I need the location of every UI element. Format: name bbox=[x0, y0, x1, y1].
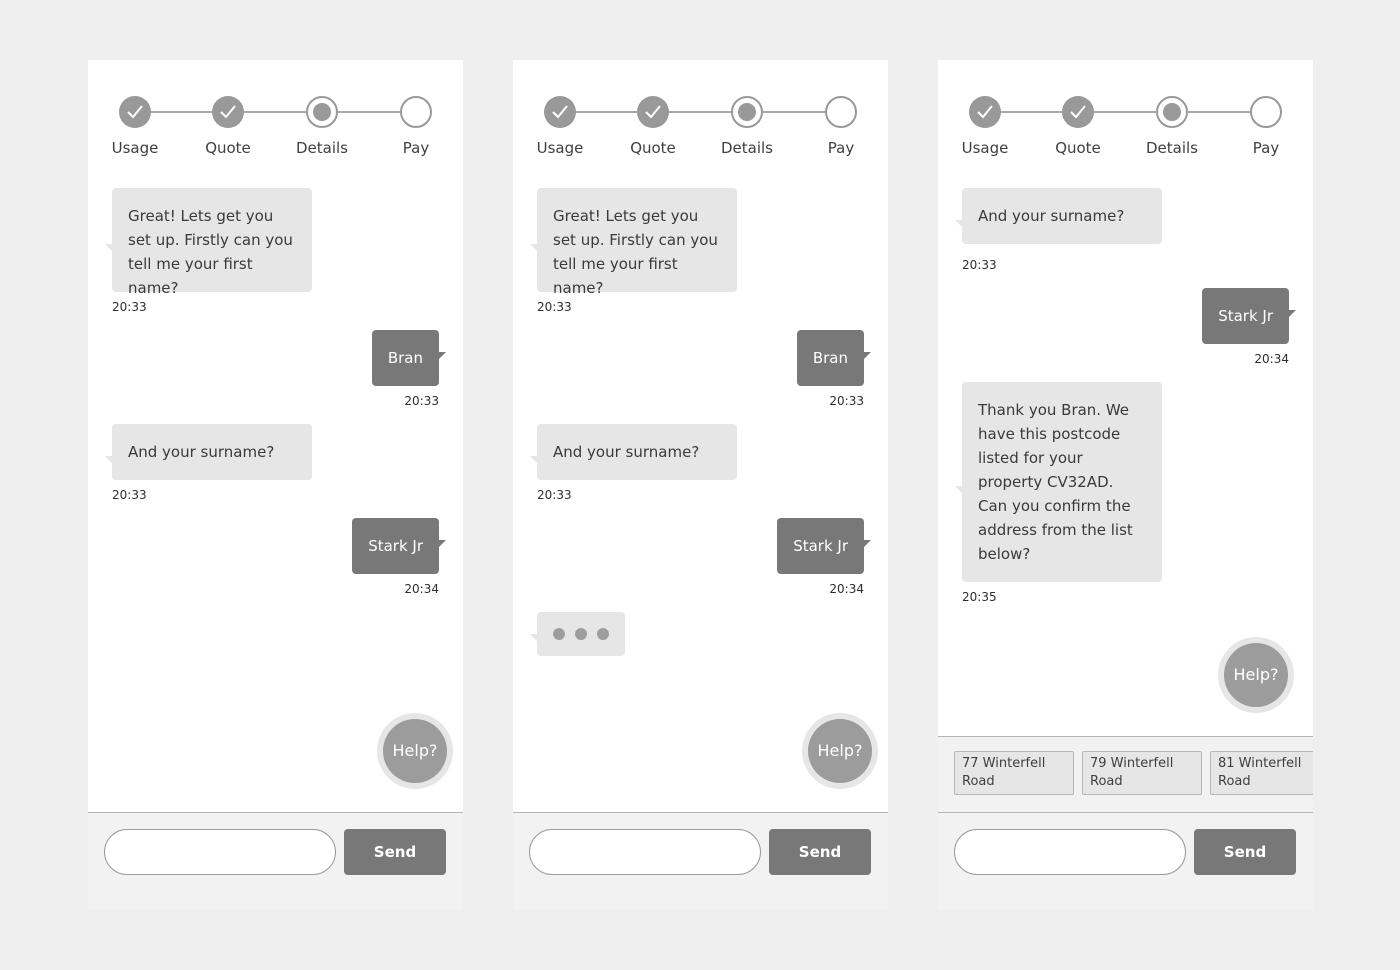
step-label-quote: Quote bbox=[1055, 139, 1101, 157]
send-button[interactable]: Send bbox=[344, 829, 446, 875]
message-time: 20:33 bbox=[537, 300, 572, 314]
step-label-pay: Pay bbox=[1252, 139, 1280, 157]
check-icon bbox=[220, 105, 236, 119]
help-label: Help? bbox=[1224, 643, 1288, 707]
message-time: 20:33 bbox=[112, 488, 147, 502]
step-quote-done-icon bbox=[1062, 96, 1094, 128]
progress-stepper: Usage Quote Details Pay bbox=[938, 60, 1313, 170]
chat-screen-2: Usage Quote Details Pay Great! Lets get … bbox=[513, 60, 888, 910]
step-label-quote: Quote bbox=[205, 139, 251, 157]
step-details-current-icon bbox=[306, 96, 338, 128]
stepper-line bbox=[575, 111, 857, 113]
step-pay-todo-icon bbox=[400, 96, 432, 128]
user-message: Stark Jr bbox=[777, 518, 871, 574]
step-label-pay: Pay bbox=[827, 139, 855, 157]
address-option[interactable]: 79 Winterfell Road bbox=[1082, 751, 1202, 795]
message-time: 20:33 bbox=[962, 258, 997, 272]
composer-bar: Send bbox=[88, 813, 463, 910]
address-options: 77 Winterfell Road 79 Winterfell Road 81… bbox=[938, 737, 1313, 812]
check-icon bbox=[645, 105, 661, 119]
chat-screen-1: Usage Quote Details Pay Great! Lets get … bbox=[88, 60, 463, 910]
message-time: 20:34 bbox=[404, 582, 439, 596]
step-label-usage: Usage bbox=[111, 139, 159, 157]
step-usage-done-icon bbox=[544, 96, 576, 128]
step-usage-done-icon bbox=[119, 96, 151, 128]
typing-dot-icon bbox=[597, 628, 609, 640]
user-message: Bran bbox=[796, 330, 872, 386]
progress-stepper: Usage Quote Details Pay bbox=[513, 60, 888, 170]
help-label: Help? bbox=[808, 719, 872, 783]
step-quote-done-icon bbox=[637, 96, 669, 128]
bot-message: And your surname? bbox=[530, 424, 737, 480]
typing-dot-icon bbox=[575, 628, 587, 640]
help-button[interactable]: Help? bbox=[1218, 637, 1294, 713]
send-button[interactable]: Send bbox=[769, 829, 871, 875]
step-label-usage: Usage bbox=[961, 139, 1009, 157]
bot-message: And your surname? bbox=[955, 188, 1162, 244]
message-time: 20:35 bbox=[962, 590, 997, 604]
step-details-current-icon bbox=[731, 96, 763, 128]
bot-message: And your surname? bbox=[105, 424, 312, 480]
user-message: Stark Jr bbox=[352, 518, 446, 574]
message-input[interactable] bbox=[954, 829, 1186, 875]
step-quote-done-icon bbox=[212, 96, 244, 128]
step-label-details: Details bbox=[1145, 139, 1198, 157]
user-message: Bran bbox=[371, 330, 447, 386]
step-usage-done-icon bbox=[969, 96, 1001, 128]
composer-bar: Send bbox=[513, 813, 888, 910]
typing-indicator bbox=[530, 612, 625, 656]
step-pay-todo-icon bbox=[825, 96, 857, 128]
message-time: 20:34 bbox=[829, 582, 864, 596]
bot-message: Thank you Bran. We have this postcode li… bbox=[955, 382, 1162, 582]
stepper-line bbox=[150, 111, 432, 113]
progress-stepper: Usage Quote Details Pay bbox=[88, 60, 463, 170]
message-time: 20:33 bbox=[404, 394, 439, 408]
bot-message: Great! Lets get you set up. Firstly can … bbox=[530, 188, 737, 297]
check-icon bbox=[977, 105, 993, 119]
message-input[interactable] bbox=[104, 829, 336, 875]
message-time: 20:33 bbox=[537, 488, 572, 502]
step-label-quote: Quote bbox=[630, 139, 676, 157]
bot-message: Great! Lets get you set up. Firstly can … bbox=[105, 188, 312, 297]
step-label-usage: Usage bbox=[536, 139, 584, 157]
check-icon bbox=[552, 105, 568, 119]
step-label-details: Details bbox=[720, 139, 773, 157]
help-button[interactable]: Help? bbox=[377, 713, 453, 789]
chat-screen-3: Usage Quote Details Pay And your surname… bbox=[938, 60, 1313, 910]
step-label-details: Details bbox=[295, 139, 348, 157]
composer-bar: Send bbox=[938, 813, 1313, 910]
stepper-line bbox=[1000, 111, 1282, 113]
help-label: Help? bbox=[383, 719, 447, 783]
message-time: 20:33 bbox=[112, 300, 147, 314]
user-message: Stark Jr bbox=[1202, 288, 1296, 344]
step-pay-todo-icon bbox=[1250, 96, 1282, 128]
check-icon bbox=[127, 105, 143, 119]
help-button[interactable]: Help? bbox=[802, 713, 878, 789]
step-label-pay: Pay bbox=[402, 139, 430, 157]
address-option[interactable]: 77 Winterfell Road bbox=[954, 751, 1074, 795]
message-input[interactable] bbox=[529, 829, 761, 875]
message-time: 20:33 bbox=[829, 394, 864, 408]
message-time: 20:34 bbox=[1254, 352, 1289, 366]
address-option[interactable]: 81 Winterfell Road bbox=[1210, 751, 1313, 795]
typing-dot-icon bbox=[553, 628, 565, 640]
send-button[interactable]: Send bbox=[1194, 829, 1296, 875]
check-icon bbox=[1070, 105, 1086, 119]
step-details-current-icon bbox=[1156, 96, 1188, 128]
